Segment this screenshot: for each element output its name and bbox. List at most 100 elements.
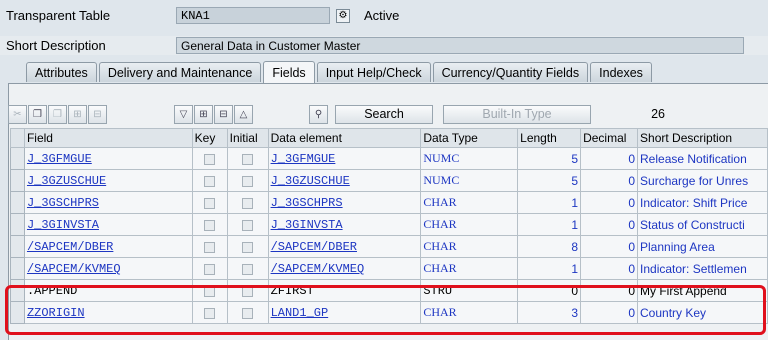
decimal: 0 — [580, 257, 639, 280]
row-selector[interactable] — [10, 257, 25, 280]
field-name[interactable]: J_3GINVSTA — [23, 213, 193, 236]
where-used-icon[interactable]: ⚲ — [309, 104, 328, 124]
initial-checkbox[interactable] — [242, 241, 254, 253]
decimal: 0 — [580, 169, 639, 192]
field-count: 26 — [651, 107, 665, 121]
tab-delivery-maintenance[interactable]: Delivery and Maintenance — [98, 62, 262, 82]
paste-icon[interactable]: ❐ — [48, 104, 67, 124]
short-description: Status of Constructi — [637, 213, 768, 236]
short-desc-field[interactable]: General Data in Customer Master — [176, 37, 744, 54]
initial-cell — [226, 169, 269, 192]
search-button[interactable]: Search — [335, 104, 433, 124]
tab-attributes[interactable]: Attributes — [26, 62, 97, 82]
key-checkbox[interactable] — [204, 175, 216, 187]
key-cell — [191, 213, 228, 236]
table-row: J_3GZUSCHUE J_3GZUSCHUE NUMC 5 0 Surchar… — [10, 169, 768, 192]
short-description: Planning Area — [637, 235, 768, 258]
table-toolbar: ✂ ❐ ❐ ⊞ ⊟ ▽ ⊞ ⊟ △ ⚲ Search Built-In Type… — [8, 103, 665, 125]
data-element[interactable]: J_3GSCHPRS — [267, 191, 422, 214]
highlight-annotation — [5, 285, 766, 335]
insert-row-icon[interactable]: ⊞ — [68, 104, 87, 124]
data-element-link[interactable]: /SAPCEM/KVMEQ — [271, 262, 365, 276]
row-selector[interactable] — [10, 147, 25, 170]
copy-icon[interactable]: ❐ — [28, 104, 47, 124]
decimal: 0 — [580, 213, 639, 236]
select-all-cell[interactable] — [10, 128, 25, 148]
field-name[interactable]: J_3GZUSCHUE — [23, 169, 193, 192]
data-element-link[interactable]: J_3GSCHPRS — [271, 196, 343, 210]
data-element-link[interactable]: J_3GINVSTA — [271, 218, 343, 232]
tab-input-help-check[interactable]: Input Help/Check — [316, 62, 431, 82]
data-element[interactable]: /SAPCEM/KVMEQ — [267, 257, 422, 280]
data-element[interactable]: J_3GFMGUE — [267, 147, 422, 170]
initial-checkbox[interactable] — [242, 219, 254, 231]
decimal: 0 — [580, 147, 639, 170]
field-name-link[interactable]: /SAPCEM/DBER — [27, 240, 113, 254]
col-decimal[interactable]: Decimal — [580, 128, 639, 148]
tab-fields[interactable]: Fields — [263, 61, 315, 83]
data-element-link[interactable]: /SAPCEM/DBER — [271, 240, 357, 254]
field-name[interactable]: J_3GSCHPRS — [23, 191, 193, 214]
short-desc-row: Short Description General Data in Custom… — [0, 36, 768, 55]
col-data-type[interactable]: Data Type — [420, 128, 519, 148]
cut-icon[interactable]: ✂ — [8, 104, 27, 124]
col-key[interactable]: Key — [191, 128, 228, 148]
key-checkbox[interactable] — [204, 153, 216, 165]
initial-cell — [226, 235, 269, 258]
row-selector[interactable] — [10, 235, 25, 258]
table-name-row: Transparent Table KNA1 ⚙ Active — [0, 6, 768, 25]
initial-cell — [226, 191, 269, 214]
key-checkbox[interactable] — [204, 197, 216, 209]
key-cell — [191, 147, 228, 170]
short-description: Surcharge for Unres — [637, 169, 768, 192]
data-type: NUMC — [420, 169, 519, 192]
value-help-icon[interactable]: ⚙ — [336, 8, 350, 23]
initial-checkbox[interactable] — [242, 153, 254, 165]
field-name[interactable]: /SAPCEM/DBER — [23, 235, 193, 258]
sort-icon[interactable]: △ — [234, 104, 253, 124]
collapse-icon[interactable]: ⊟ — [214, 104, 233, 124]
field-name-link[interactable]: J_3GSCHPRS — [27, 196, 99, 210]
expand-icon[interactable]: ⊞ — [194, 104, 213, 124]
data-type: CHAR — [420, 213, 519, 236]
initial-checkbox[interactable] — [242, 175, 254, 187]
col-short-description[interactable]: Short Description — [637, 128, 768, 148]
col-length[interactable]: Length — [517, 128, 582, 148]
field-name[interactable]: J_3GFMGUE — [23, 147, 193, 170]
initial-checkbox[interactable] — [242, 263, 254, 275]
field-name[interactable]: /SAPCEM/KVMEQ — [23, 257, 193, 280]
field-name-link[interactable]: J_3GFMGUE — [27, 152, 92, 166]
key-checkbox[interactable] — [204, 263, 216, 275]
data-type: NUMC — [420, 147, 519, 170]
data-element-link[interactable]: J_3GZUSCHUE — [271, 174, 350, 188]
key-checkbox[interactable] — [204, 219, 216, 231]
col-data-element[interactable]: Data element — [267, 128, 422, 148]
data-element[interactable]: J_3GZUSCHUE — [267, 169, 422, 192]
delete-row-icon[interactable]: ⊟ — [88, 104, 107, 124]
short-description: Indicator: Settlemen — [637, 257, 768, 280]
data-element-link[interactable]: J_3GFMGUE — [271, 152, 336, 166]
field-name-link[interactable]: J_3GZUSCHUE — [27, 174, 106, 188]
length: 1 — [517, 257, 582, 280]
row-selector[interactable] — [10, 213, 25, 236]
key-checkbox[interactable] — [204, 241, 216, 253]
col-initial[interactable]: Initial — [226, 128, 269, 148]
tab-currency-quantity-fields[interactable]: Currency/Quantity Fields — [432, 62, 589, 82]
filter-icon[interactable]: ▽ — [174, 104, 193, 124]
col-field[interactable]: Field — [23, 128, 193, 148]
tab-indexes[interactable]: Indexes — [590, 62, 652, 82]
field-name-link[interactable]: J_3GINVSTA — [27, 218, 99, 232]
data-type: CHAR — [420, 235, 519, 258]
table-name-field[interactable]: KNA1 — [176, 7, 330, 24]
field-name-link[interactable]: /SAPCEM/KVMEQ — [27, 262, 121, 276]
initial-checkbox[interactable] — [242, 197, 254, 209]
key-cell — [191, 235, 228, 258]
data-element[interactable]: /SAPCEM/DBER — [267, 235, 422, 258]
table-row: J_3GINVSTA J_3GINVSTA CHAR 1 0 Status of… — [10, 213, 768, 236]
row-selector[interactable] — [10, 169, 25, 192]
built-in-type-button[interactable]: Built-In Type — [443, 104, 591, 124]
decimal: 0 — [580, 191, 639, 214]
length: 5 — [517, 147, 582, 170]
row-selector[interactable] — [10, 191, 25, 214]
data-element[interactable]: J_3GINVSTA — [267, 213, 422, 236]
